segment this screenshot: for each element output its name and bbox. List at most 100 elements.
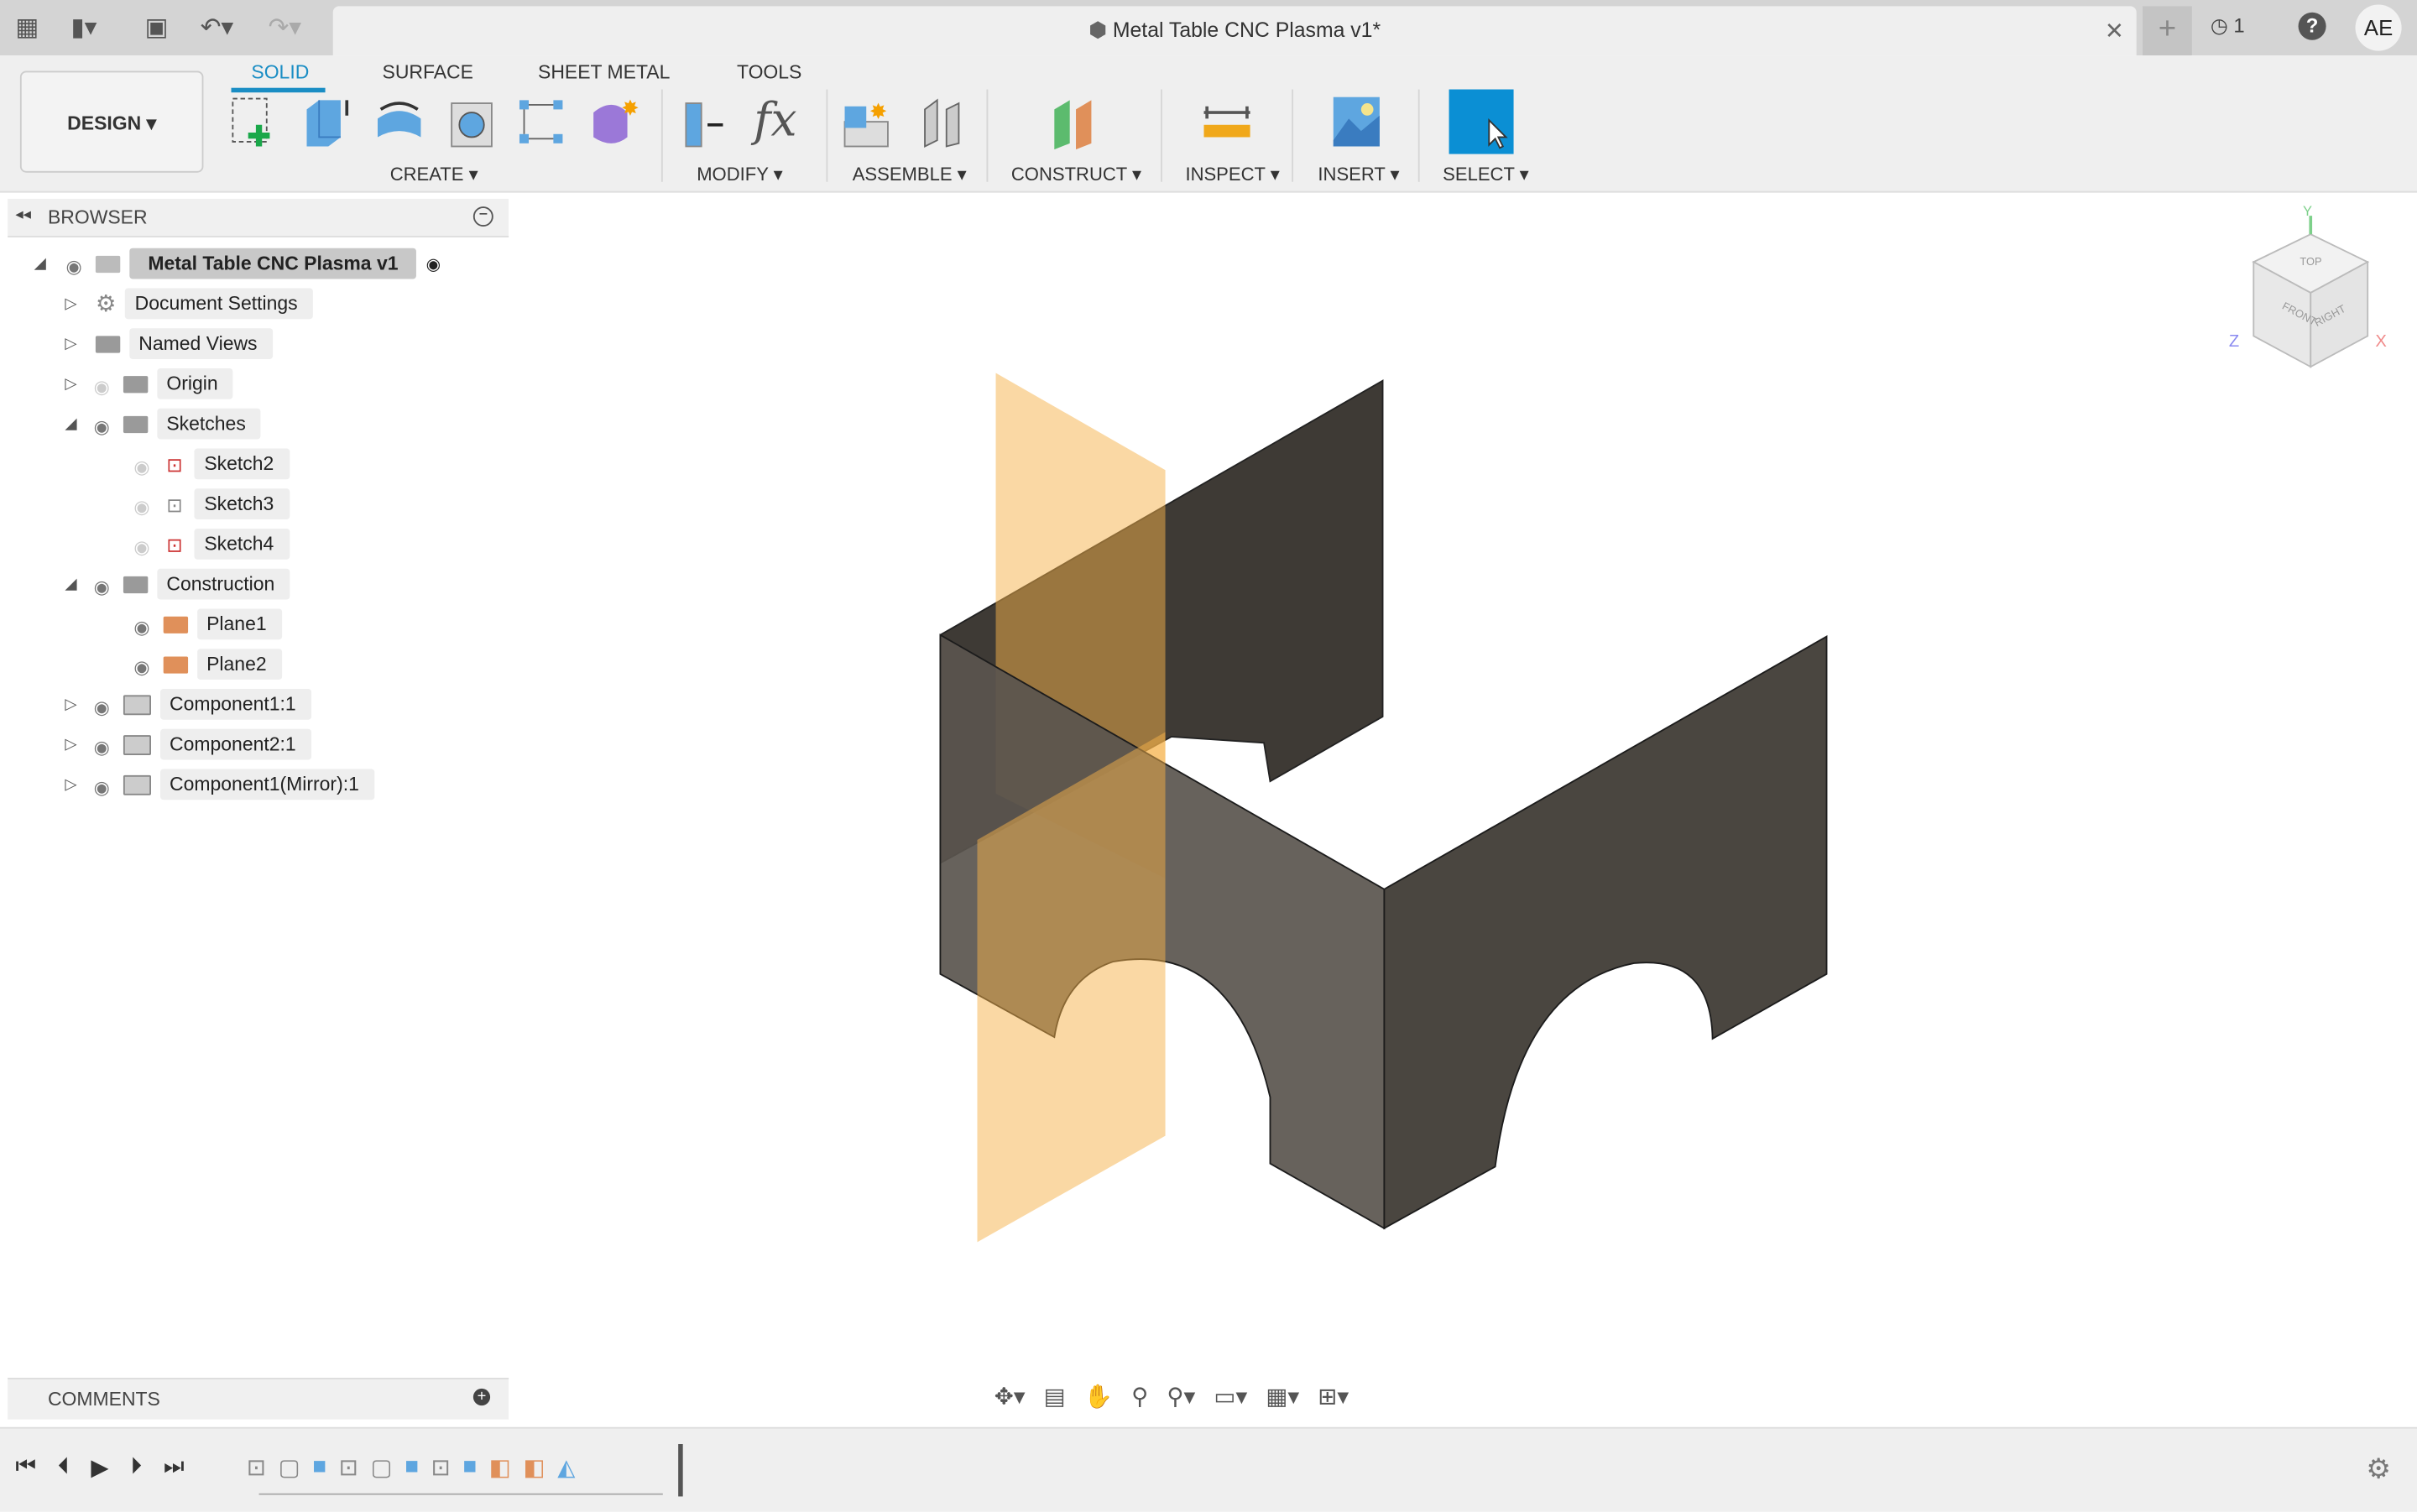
press-pull-icon[interactable] bbox=[680, 94, 732, 149]
orbit-icon[interactable]: ✥▾ bbox=[994, 1383, 1026, 1410]
eye-icon[interactable]: ◉ bbox=[90, 777, 114, 799]
user-avatar[interactable]: AE bbox=[2355, 4, 2402, 51]
last-step-icon[interactable]: ⏭ bbox=[164, 1453, 185, 1481]
eye-icon[interactable]: ◉ bbox=[90, 416, 114, 438]
extrude-feature-icon[interactable]: ■ bbox=[462, 1453, 477, 1481]
eye-icon[interactable]: ◉ bbox=[61, 256, 86, 278]
component-feature-icon[interactable]: ▢ bbox=[279, 1453, 300, 1481]
fit-icon[interactable]: ⚲▾ bbox=[1167, 1383, 1195, 1410]
collapsed-triangle-icon[interactable]: ▷ bbox=[61, 776, 80, 793]
extrude-feature-icon[interactable]: ■ bbox=[312, 1453, 326, 1481]
job-status[interactable]: ◷ 1 bbox=[2211, 14, 2245, 39]
comments-panel[interactable]: COMMENTS + bbox=[8, 1378, 509, 1420]
create-form-icon[interactable]: ✸ bbox=[587, 94, 639, 149]
collapsed-triangle-icon[interactable]: ▷ bbox=[61, 335, 80, 352]
active-radio-icon[interactable]: ◉ bbox=[426, 253, 441, 274]
sketch-feature-icon[interactable]: ⊡ bbox=[431, 1453, 451, 1481]
display-settings-icon[interactable]: ▭▾ bbox=[1214, 1383, 1247, 1410]
insert-menu[interactable]: INSERT ▾ bbox=[1318, 164, 1399, 185]
redo-icon[interactable]: ↷▾ bbox=[269, 13, 301, 44]
tree-item-component1-mirror[interactable]: ▷ ◉ Component1(Mirror):1 bbox=[31, 768, 509, 801]
eye-hidden-icon[interactable]: ◉ bbox=[90, 376, 114, 398]
collapsed-triangle-icon[interactable]: ▷ bbox=[61, 696, 80, 712]
construct-menu[interactable]: CONSTRUCT ▾ bbox=[1011, 164, 1141, 185]
tab-sheet-metal[interactable]: SHEET METAL bbox=[538, 61, 670, 83]
play-icon[interactable]: ▶ bbox=[91, 1453, 108, 1481]
pattern-icon[interactable] bbox=[514, 94, 566, 149]
apps-grid-icon[interactable]: ▦ bbox=[15, 13, 39, 44]
tree-item-plane1[interactable]: ◉ Plane1 bbox=[31, 607, 509, 641]
eye-hidden-icon[interactable]: ◉ bbox=[129, 456, 154, 478]
eye-icon[interactable]: ◉ bbox=[90, 576, 114, 598]
eye-hidden-icon[interactable]: ◉ bbox=[129, 536, 154, 558]
collapsed-triangle-icon[interactable]: ▷ bbox=[61, 375, 80, 392]
offset-plane-icon[interactable] bbox=[1048, 94, 1100, 150]
tree-item-named-views[interactable]: ▷ Named Views bbox=[31, 326, 509, 360]
file-menu-icon[interactable]: ▮▾ bbox=[70, 13, 97, 44]
viewports-icon[interactable]: ⊞▾ bbox=[1318, 1383, 1349, 1410]
expanded-triangle-icon[interactable]: ◢ bbox=[61, 415, 80, 432]
hole-icon[interactable] bbox=[446, 94, 498, 149]
right-panel[interactable] bbox=[1383, 634, 1828, 1230]
tree-item-sketch2[interactable]: ◉ ⊡ Sketch2 bbox=[31, 447, 509, 481]
measure-icon[interactable] bbox=[1201, 94, 1253, 149]
inspect-menu[interactable]: INSPECT ▾ bbox=[1185, 164, 1279, 185]
timeline-settings-icon[interactable]: ⚙ bbox=[2366, 1453, 2391, 1486]
eye-icon[interactable]: ◉ bbox=[129, 617, 154, 639]
expanded-triangle-icon[interactable]: ◢ bbox=[61, 576, 80, 592]
close-tab-icon[interactable]: ✕ bbox=[2105, 17, 2124, 44]
eye-icon[interactable]: ◉ bbox=[129, 656, 154, 678]
viewcube-top[interactable]: TOP bbox=[2300, 255, 2321, 268]
zoom-icon[interactable]: ⚲ bbox=[1131, 1383, 1148, 1410]
extrude-feature-icon[interactable]: ■ bbox=[405, 1453, 419, 1481]
tree-item-sketch3[interactable]: ◉ ⊡ Sketch3 bbox=[31, 487, 509, 520]
sketch-feature-icon[interactable]: ⊡ bbox=[247, 1453, 266, 1481]
timeline-marker[interactable] bbox=[678, 1444, 683, 1497]
previous-step-icon[interactable]: ⏴ bbox=[58, 1453, 70, 1481]
document-tab[interactable]: ⬢ Metal Table CNC Plasma v1* ✕ bbox=[332, 6, 2137, 56]
help-icon[interactable]: ? bbox=[2298, 12, 2326, 40]
tree-item-construction[interactable]: ◢ ◉ Construction bbox=[31, 567, 509, 601]
collapse-browser-icon[interactable]: ◂◂ bbox=[15, 206, 30, 223]
extrude-icon[interactable] bbox=[300, 94, 352, 149]
component-feature-icon[interactable]: ▢ bbox=[371, 1453, 393, 1481]
mirror-feature-icon[interactable]: ◭ bbox=[557, 1453, 575, 1481]
assemble-menu[interactable]: ASSEMBLE ▾ bbox=[853, 164, 967, 185]
insert-image-icon[interactable] bbox=[1330, 94, 1382, 149]
workspace-switcher[interactable]: DESIGN ▾ bbox=[19, 70, 204, 173]
tree-item-plane2[interactable]: ◉ Plane2 bbox=[31, 647, 509, 680]
revolve-icon[interactable] bbox=[373, 94, 425, 149]
create-sketch-icon[interactable] bbox=[228, 94, 280, 149]
new-tab-icon[interactable]: + bbox=[2143, 6, 2192, 56]
viewcube[interactable]: FRONT RIGHT TOP Y Z X bbox=[2229, 203, 2387, 368]
next-step-icon[interactable]: ⏵ bbox=[130, 1453, 142, 1481]
select-menu[interactable]: SELECT ▾ bbox=[1443, 164, 1529, 185]
tab-tools[interactable]: TOOLS bbox=[737, 61, 801, 83]
sketch-feature-icon[interactable]: ⊡ bbox=[339, 1453, 358, 1481]
tab-surface[interactable]: SURFACE bbox=[383, 61, 473, 83]
parameters-icon[interactable]: fx bbox=[754, 94, 806, 149]
tree-item-sketch4[interactable]: ◉ ⊡ Sketch4 bbox=[31, 527, 509, 560]
collapsed-triangle-icon[interactable]: ▷ bbox=[61, 295, 80, 312]
joint-icon[interactable] bbox=[916, 94, 968, 149]
collapsed-triangle-icon[interactable]: ▷ bbox=[61, 736, 80, 753]
tree-root[interactable]: ◢ ◉ Metal Table CNC Plasma v1 ◉ bbox=[31, 247, 509, 280]
tree-item-component2[interactable]: ▷ ◉ Component2:1 bbox=[31, 727, 509, 761]
tree-item-component1[interactable]: ▷ ◉ Component1:1 bbox=[31, 687, 509, 721]
plane-feature-icon[interactable]: ◧ bbox=[489, 1453, 511, 1481]
tree-item-origin[interactable]: ▷ ◉ Origin bbox=[31, 367, 509, 400]
look-at-icon[interactable]: ▤ bbox=[1044, 1383, 1066, 1410]
expanded-triangle-icon[interactable]: ◢ bbox=[31, 255, 50, 272]
plane-feature-icon[interactable]: ◧ bbox=[524, 1453, 546, 1481]
tab-solid[interactable]: SOLID bbox=[251, 61, 309, 83]
tree-item-sketches[interactable]: ◢ ◉ Sketches bbox=[31, 407, 509, 441]
modify-menu[interactable]: MODIFY ▾ bbox=[697, 164, 783, 185]
new-component-icon[interactable]: ✸ bbox=[842, 94, 894, 149]
create-menu[interactable]: CREATE ▾ bbox=[390, 164, 478, 185]
select-icon[interactable] bbox=[1449, 89, 1514, 154]
tree-item-document-settings[interactable]: ▷ ⚙ Document Settings bbox=[31, 287, 509, 321]
add-comment-icon[interactable]: + bbox=[472, 1388, 491, 1406]
eye-icon[interactable]: ◉ bbox=[90, 737, 114, 759]
grid-icon[interactable]: ▦▾ bbox=[1266, 1383, 1299, 1410]
minimize-browser-icon[interactable]: − bbox=[472, 206, 493, 227]
